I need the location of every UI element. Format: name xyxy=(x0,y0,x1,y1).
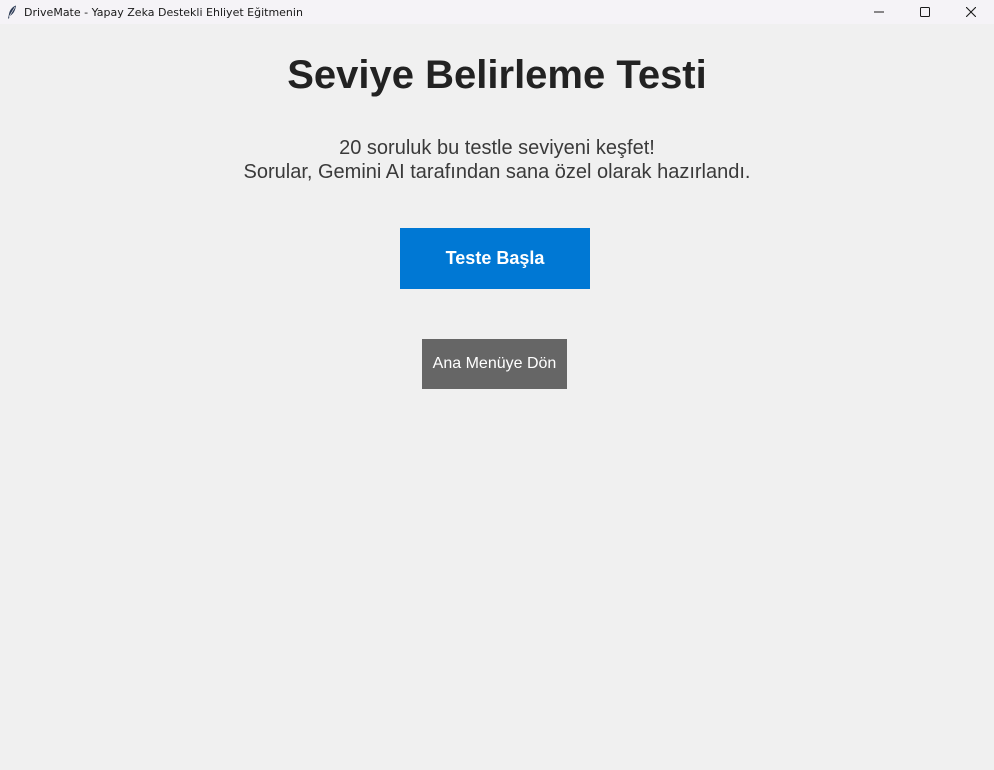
start-test-button-label: Teste Başla xyxy=(445,248,545,268)
maximize-button[interactable] xyxy=(902,0,948,24)
subtitle-line-2: Sorular, Gemini AI tarafından sana özel … xyxy=(243,161,751,183)
subtitle: 20 soruluk bu testle seviyeni keşfet! So… xyxy=(0,136,994,184)
page-title: Seviye Belirleme Testi xyxy=(287,53,707,97)
window-title: DriveMate - Yapay Zeka Destekli Ehliyet … xyxy=(24,5,303,19)
back-to-menu-button-label: Ana Menüye Dön xyxy=(432,355,557,372)
feather-icon xyxy=(6,5,18,19)
start-test-button[interactable]: Teste Başla xyxy=(400,228,590,289)
title-bar[interactable]: DriveMate - Yapay Zeka Destekli Ehliyet … xyxy=(0,0,994,24)
close-button[interactable] xyxy=(948,0,994,24)
minimize-icon xyxy=(874,11,884,13)
maximize-icon xyxy=(920,7,930,17)
back-to-menu-button[interactable]: Ana Menüye Dön xyxy=(422,339,567,389)
minimize-button[interactable] xyxy=(856,0,902,24)
subtitle-line-1: 20 soruluk bu testle seviyeni keşfet! xyxy=(339,137,655,159)
window-controls xyxy=(856,0,994,24)
app-window: DriveMate - Yapay Zeka Destekli Ehliyet … xyxy=(0,0,994,770)
close-icon xyxy=(966,7,976,17)
main-content: Seviye Belirleme Testi 20 soruluk bu tes… xyxy=(0,24,994,770)
